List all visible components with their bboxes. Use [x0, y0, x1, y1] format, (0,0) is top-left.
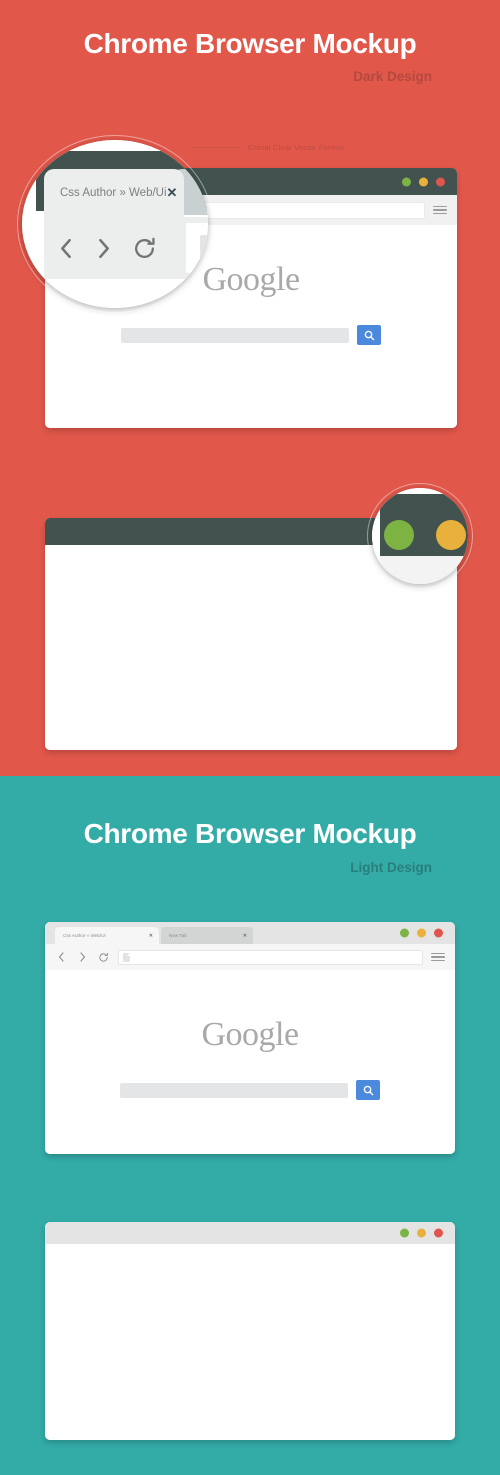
close-dot-red-light-two[interactable] — [434, 1228, 443, 1238]
hamburger-menu-icon-light[interactable] — [431, 952, 445, 962]
maximize-dot-yellow[interactable] — [419, 177, 428, 186]
tab-label-new-tab: New Tab — [169, 933, 187, 938]
dark-design-section: Chrome Browser Mockup Dark Design Crista… — [0, 0, 500, 776]
magnified-urlbar[interactable] — [186, 223, 208, 273]
light-titlebar-one: Css Author » Web/Ui ✕ New Tab ✕ — [45, 922, 455, 944]
page-icon-light — [123, 952, 130, 962]
google-logo-light: Google — [201, 1016, 299, 1053]
google-search-row-dark — [121, 325, 381, 345]
google-logo-dark: Google — [202, 261, 300, 298]
magnified-window-controls — [384, 520, 468, 550]
magnified-tab-label: Css Author » Web/Ui — [60, 187, 167, 199]
mockup-poster: Chrome Browser Mockup Dark Design Crista… — [0, 0, 500, 1475]
window-controls-light-one — [400, 928, 443, 938]
minimize-dot-green-light-two[interactable] — [400, 1228, 409, 1238]
magnified-maximize-dot-yellow[interactable] — [436, 520, 466, 550]
tab-new-tab[interactable]: New Tab ✕ — [161, 927, 253, 944]
chevron-right-icon-magnified[interactable] — [95, 236, 112, 261]
close-dot-red-light[interactable] — [434, 928, 443, 938]
light-design-section: Chrome Browser Mockup Light Design Css A… — [0, 776, 500, 1475]
minimize-dot-green-light[interactable] — [400, 928, 409, 938]
reload-icon-light[interactable] — [97, 951, 110, 964]
tab-label-css-author: Css Author » Web/Ui — [63, 933, 106, 938]
magnified-page-area — [44, 279, 208, 308]
tab-strip: Css Author » Web/Ui ✕ New Tab ✕ — [55, 927, 253, 944]
light-page-viewport-two — [45, 1244, 455, 1440]
minimize-dot-green[interactable] — [402, 177, 411, 186]
tab-css-author[interactable]: Css Author » Web/Ui ✕ — [55, 927, 159, 944]
light-page-viewport-one: Google — [45, 970, 455, 1154]
light-titlebar-two — [45, 1222, 455, 1244]
light-browser-window-two — [45, 1222, 455, 1440]
magnified-toolbar — [44, 217, 208, 279]
google-search-row-light — [120, 1080, 380, 1100]
hamburger-menu-icon-dark-one[interactable] — [433, 205, 447, 215]
annotation-label: Cristal Clear Vector Format — [248, 143, 344, 152]
maximize-dot-yellow-light[interactable] — [417, 928, 426, 938]
annotation-leader-line — [190, 147, 240, 148]
close-icon-magnified-tab[interactable]: ✕ — [167, 185, 178, 201]
magnified-page-area-two — [380, 556, 468, 584]
page-title-light: Chrome Browser Mockup — [83, 818, 417, 849]
light-browser-window-one: Css Author » Web/Ui ✕ New Tab ✕ Google — [45, 922, 455, 1154]
magnified-minimize-dot-green[interactable] — [384, 520, 414, 550]
window-controls-one — [402, 177, 445, 186]
subtitle-dark: Dark Design — [353, 69, 432, 84]
light-toolbar-one — [45, 944, 455, 970]
google-search-input-dark[interactable] — [121, 327, 349, 343]
search-icon-button-dark[interactable] — [357, 325, 381, 345]
url-bar-light-one[interactable] — [118, 949, 423, 965]
annotation-callout: Cristal Clear Vector Format — [190, 143, 344, 152]
url-input-light-one[interactable] — [133, 953, 418, 961]
window-controls-light-two — [400, 1228, 443, 1238]
chevron-left-icon-magnified[interactable] — [58, 236, 75, 261]
chevron-left-icon-light[interactable] — [55, 951, 68, 964]
page-icon-magnified — [200, 235, 208, 261]
close-icon-tab-css-author[interactable]: ✕ — [149, 933, 153, 939]
subtitle-light: Light Design — [350, 860, 432, 875]
magnifier-lens-window-controls — [372, 488, 468, 584]
page-title-dark: Chrome Browser Mockup — [83, 28, 417, 59]
close-dot-red[interactable] — [436, 177, 445, 186]
chevron-right-icon-light[interactable] — [76, 951, 89, 964]
google-search-input-light[interactable] — [120, 1082, 348, 1098]
search-icon-button-light[interactable] — [356, 1080, 380, 1100]
maximize-dot-yellow-light-two[interactable] — [417, 1228, 426, 1238]
magnifier-lens-tab: Css Author » Web/Ui ✕ — [22, 140, 208, 308]
reload-icon-magnified[interactable] — [132, 236, 157, 261]
magnified-tab-active[interactable]: Css Author » Web/Ui ✕ — [44, 169, 184, 217]
close-icon-tab-new-tab[interactable]: ✕ — [243, 933, 247, 939]
